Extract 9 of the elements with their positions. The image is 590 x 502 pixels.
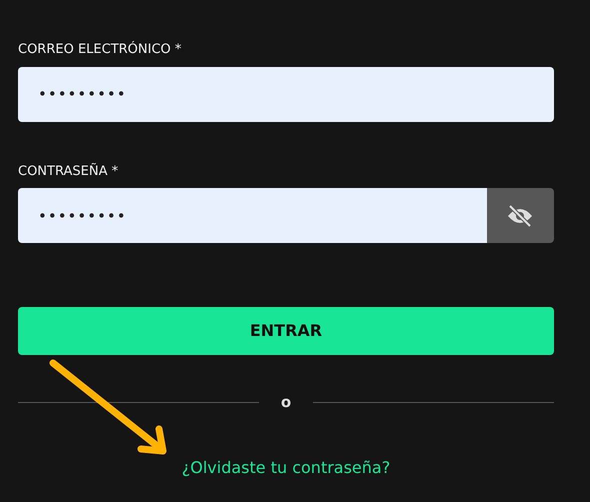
- field-label: CONTRASEÑA *: [18, 162, 118, 180]
- submit-button[interactable]: ENTRAR: [18, 307, 554, 355]
- email-field[interactable]: •••••••••: [18, 66, 554, 122]
- password-field[interactable]: •••••••••: [18, 188, 487, 243]
- forgot-password-link[interactable]: ¿Olvidaste tu contraseña?: [182, 456, 390, 480]
- field-label: CORREO ELECTRÓNICO *: [18, 40, 182, 59]
- divider-text: o: [280, 392, 292, 413]
- visibility-toggle-button[interactable]: [486, 188, 554, 243]
- eye-slash-icon: [507, 204, 534, 226]
